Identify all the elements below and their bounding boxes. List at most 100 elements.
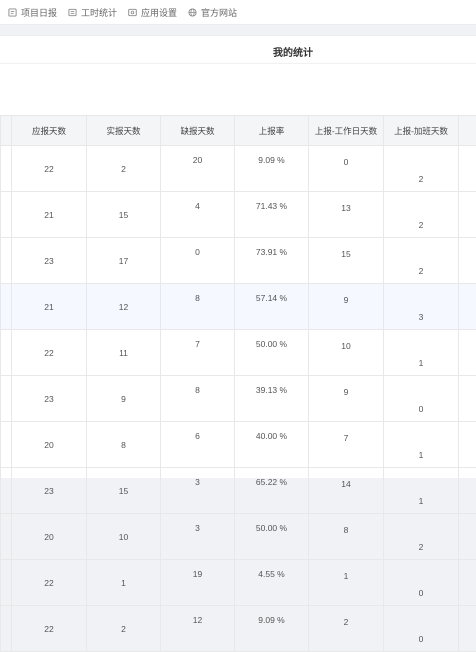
report-rate-cell: 57.14 % [235, 284, 309, 330]
row-leading-cell [1, 560, 12, 606]
workday-days-cell: 8 [309, 514, 384, 560]
row-trailing-cell [459, 192, 476, 238]
missing-days-cell: 3 [161, 514, 235, 560]
workday-days-cell: 7 [309, 422, 384, 468]
table-row[interactable]: 222209.09 %02 [1, 146, 476, 192]
row-leading-cell [1, 146, 12, 192]
nav-item-app-settings[interactable]: 应用设置 [128, 5, 177, 19]
due-days-cell: 22 [12, 560, 87, 606]
report-rate-cell: 65.22 % [235, 468, 309, 514]
nav-item-label: 工时统计 [81, 6, 117, 19]
row-leading-cell [1, 192, 12, 238]
actual-days-cell: 10 [87, 514, 161, 560]
nav-item-label: 项目日报 [21, 6, 57, 19]
missing-days-cell: 19 [161, 560, 235, 606]
top-navigation: 项目日报 工时统计 应用设置 官方网站 [0, 0, 476, 25]
report-rate-cell: 39.13 % [235, 376, 309, 422]
row-leading-cell [1, 422, 12, 468]
row-trailing-cell [459, 330, 476, 376]
actual-days-cell: 1 [87, 560, 161, 606]
due-days-cell: 20 [12, 422, 87, 468]
missing-days-cell: 12 [161, 606, 235, 652]
actual-days-cell: 15 [87, 468, 161, 514]
table-row[interactable]: 2211750.00 %101 [1, 330, 476, 376]
overtime-days-cell: 0 [384, 376, 459, 422]
nav-item-label: 应用设置 [141, 6, 177, 19]
actual-days-cell: 11 [87, 330, 161, 376]
header-cell[interactable]: 实报天数 [87, 116, 161, 146]
report-rate-cell: 9.09 % [235, 606, 309, 652]
due-days-cell: 21 [12, 284, 87, 330]
row-leading-cell [1, 376, 12, 422]
due-days-cell: 22 [12, 146, 87, 192]
report-rate-cell: 9.09 % [235, 146, 309, 192]
workday-days-cell: 0 [309, 146, 384, 192]
actual-days-cell: 8 [87, 422, 161, 468]
overtime-days-cell: 2 [384, 514, 459, 560]
row-trailing-cell [459, 422, 476, 468]
table-row[interactable]: 2010350.00 %82 [1, 514, 476, 560]
table-row[interactable]: 2315365.22 %141 [1, 468, 476, 514]
workday-days-cell: 10 [309, 330, 384, 376]
due-days-cell: 23 [12, 468, 87, 514]
missing-days-cell: 20 [161, 146, 235, 192]
due-days-cell: 21 [12, 192, 87, 238]
missing-days-cell: 0 [161, 238, 235, 284]
workday-days-cell: 14 [309, 468, 384, 514]
overtime-days-cell: 2 [384, 238, 459, 284]
overtime-days-cell: 2 [384, 146, 459, 192]
table-body: 222209.09 %022115471.43 %1322317073.91 %… [1, 146, 476, 652]
globe-icon [188, 8, 197, 17]
due-days-cell: 22 [12, 606, 87, 652]
row-trailing-cell [459, 238, 476, 284]
missing-days-cell: 4 [161, 192, 235, 238]
table-row[interactable]: 2317073.91 %152 [1, 238, 476, 284]
header-cell[interactable]: 应报天数 [12, 116, 87, 146]
report-rate-cell: 50.00 % [235, 514, 309, 560]
header-cell[interactable]: 上报-加班天数 [384, 116, 459, 146]
title-divider [0, 63, 476, 64]
overtime-days-cell: 3 [384, 284, 459, 330]
clock-icon [68, 8, 77, 17]
missing-days-cell: 8 [161, 284, 235, 330]
workday-days-cell: 1 [309, 560, 384, 606]
header-cell[interactable]: 缺报天数 [161, 116, 235, 146]
header-cell-leading [1, 116, 12, 146]
table-row[interactable]: 221194.55 %10 [1, 560, 476, 606]
stats-panel: 我的统计 应报天数 实报天数 缺报天数 上报率 上报-工作日天数 上报-加班天数 [0, 35, 476, 478]
workday-days-cell: 13 [309, 192, 384, 238]
report-rate-cell: 73.91 % [235, 238, 309, 284]
report-rate-cell: 71.43 % [235, 192, 309, 238]
report-rate-cell: 50.00 % [235, 330, 309, 376]
table-row[interactable]: 2112857.14 %93 [1, 284, 476, 330]
due-days-cell: 22 [12, 330, 87, 376]
row-trailing-cell [459, 376, 476, 422]
actual-days-cell: 2 [87, 606, 161, 652]
due-days-cell: 20 [12, 514, 87, 560]
table-row[interactable]: 208640.00 %71 [1, 422, 476, 468]
table-row[interactable]: 2115471.43 %132 [1, 192, 476, 238]
row-leading-cell [1, 468, 12, 514]
workday-days-cell: 9 [309, 284, 384, 330]
header-cell[interactable]: 上报-工作日天数 [309, 116, 384, 146]
nav-item-work-hours[interactable]: 工时统计 [68, 5, 117, 19]
actual-days-cell: 12 [87, 284, 161, 330]
row-leading-cell [1, 238, 12, 284]
actual-days-cell: 2 [87, 146, 161, 192]
report-rate-cell: 4.55 % [235, 560, 309, 606]
table-row[interactable]: 239839.13 %90 [1, 376, 476, 422]
nav-item-label: 官方网站 [201, 6, 237, 19]
row-leading-cell [1, 330, 12, 376]
table-header-row: 应报天数 实报天数 缺报天数 上报率 上报-工作日天数 上报-加班天数 [1, 116, 476, 146]
nav-item-daily-report[interactable]: 项目日报 [8, 5, 57, 19]
row-trailing-cell [459, 606, 476, 652]
settings-icon [128, 8, 137, 17]
missing-days-cell: 3 [161, 468, 235, 514]
overtime-days-cell: 0 [384, 560, 459, 606]
overtime-days-cell: 1 [384, 330, 459, 376]
missing-days-cell: 7 [161, 330, 235, 376]
header-cell[interactable]: 上报率 [235, 116, 309, 146]
panel-title: 我的统计 [55, 44, 476, 59]
table-row[interactable]: 222129.09 %20 [1, 606, 476, 652]
nav-item-official-site[interactable]: 官方网站 [188, 5, 237, 19]
